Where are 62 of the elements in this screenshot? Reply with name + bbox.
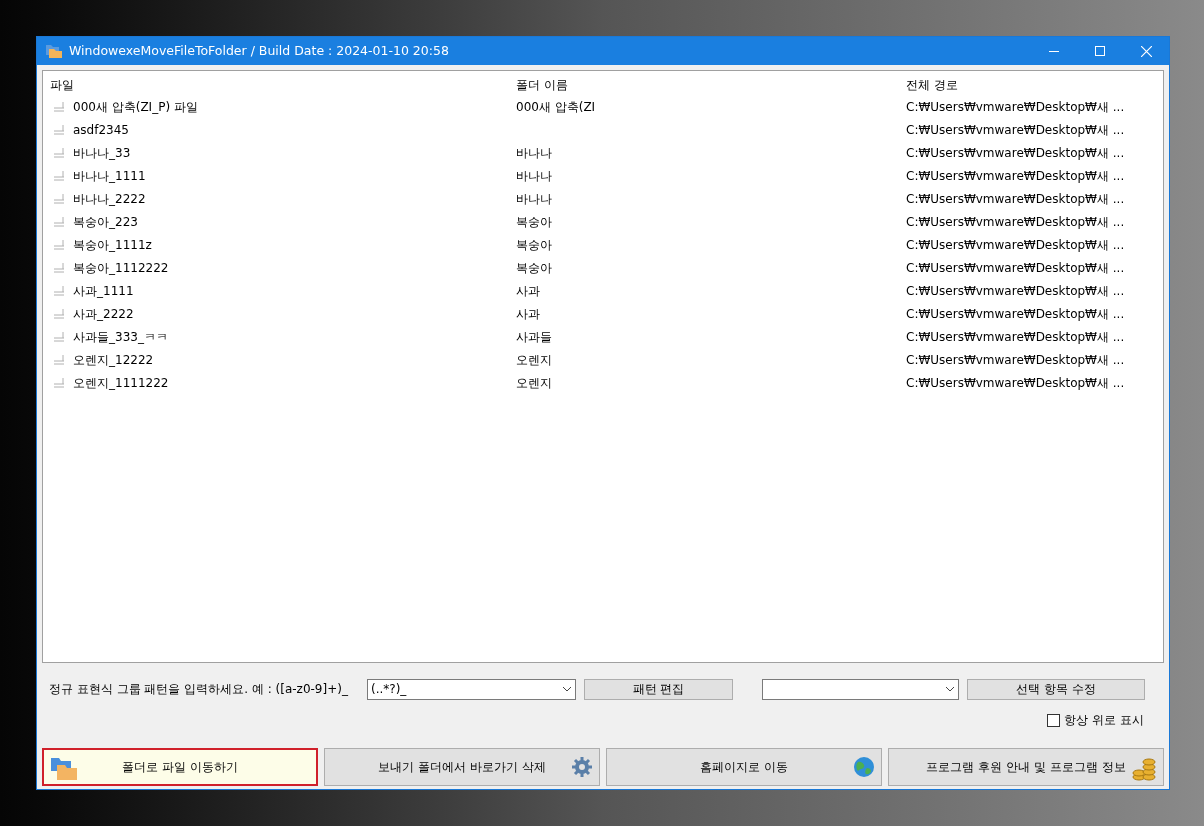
folder-name: 000새 압축(ZI [516,99,596,114]
folder-name: 사과 [516,306,540,321]
file-path: C:₩Users₩vmware₩Desktop₩새 ... [906,167,1125,185]
file-name: 사과_2222 [73,305,134,323]
file-name: 바나나_2222 [73,190,146,208]
file-path: C:₩Users₩vmware₩Desktop₩새 ... [906,144,1125,162]
file-name: 사과들_333_ㅋㅋ [73,328,168,346]
folder-name: 복숭아 [516,237,552,252]
file-name: 복숭아_223 [73,213,138,231]
file-name: 바나나_33 [73,144,131,162]
file-path: C:₩Users₩vmware₩Desktop₩새 ... [906,374,1125,392]
edit-selection-button[interactable]: 선택 항목 수정 [967,678,1145,700]
folder-name: 오렌지 [516,375,552,390]
folders-icon [50,755,78,781]
file-path: C:₩Users₩vmware₩Desktop₩새 ... [906,328,1125,346]
file-path: C:₩Users₩vmware₩Desktop₩새 ... [906,282,1125,300]
folder-name: 사과들 [516,329,552,344]
file-path: C:₩Users₩vmware₩Desktop₩새 ... [906,236,1125,254]
gear-icon [571,756,593,778]
pattern-dropdown[interactable]: (..*?)_ [367,678,576,700]
file-path: C:₩Users₩vmware₩Desktop₩새 ... [906,190,1125,208]
file-name: 바나나_1111 [73,167,146,185]
file-path: C:₩Users₩vmware₩Desktop₩새 ... [906,305,1125,323]
folder-name: 복숭아 [516,214,552,229]
chevron-down-icon [562,686,572,692]
action-button[interactable]: 폴더로 파일 이동하기 [42,748,318,786]
file-name: 복숭아_1111z [73,236,152,254]
file-name: 오렌지_1111222 [73,374,169,392]
file-path: C:₩Users₩vmware₩Desktop₩새 ... [906,351,1125,369]
window-title: WindowexeMoveFileToFolder / Build Date : 2024-01-10 20:58 [69,41,449,60]
always-on-top-checkbox[interactable] [1047,713,1061,727]
folder-name: 바나나 [516,191,552,206]
file-name: 오렌지_12222 [73,351,154,369]
column-header[interactable]: 폴더 이름 [516,76,906,94]
edit-pattern-button[interactable]: 패턴 편집 [584,678,733,700]
action-button[interactable]: 프로그램 후원 안내 및 프로그램 정보 [888,748,1164,786]
action-button[interactable]: 홈페이지로 이동 [606,748,882,786]
file-path: C:₩Users₩vmware₩Desktop₩새 ... [906,121,1125,139]
file-name: 사과_1111 [73,282,134,300]
action-button[interactable]: 보내기 폴더에서 바로가기 삭제 [324,748,600,786]
column-header[interactable]: 전체 경로 [906,76,1156,94]
maximize-icon [1095,46,1105,56]
selection-dropdown[interactable] [762,678,959,700]
pattern-label: 정규 표현식 그룹 패턴을 입력하세요. 예 : ([a-z0-9]+)_ [49,681,349,698]
file-name: 000새 압축(ZI_P) 파일 [73,98,198,116]
file-path: C:₩Users₩vmware₩Desktop₩새 ... [906,98,1125,116]
folder-name: 복숭아 [516,260,552,275]
file-name: asdf2345 [73,121,129,139]
globe-icon [853,756,875,778]
folder-icon [45,43,63,59]
folder-name: 바나나 [516,145,552,160]
coins-icon [1131,756,1157,782]
chevron-down-icon [945,686,955,692]
file-path: C:₩Users₩vmware₩Desktop₩새 ... [906,213,1125,231]
file-name: 복숭아_1112222 [73,259,169,277]
column-header[interactable]: 파일 [50,76,516,94]
always-on-top-label: 항상 위로 표시 [1064,712,1144,729]
close-icon [1140,45,1152,57]
folder-name: 사과 [516,283,540,298]
folder-name: 오렌지 [516,352,552,367]
file-path: C:₩Users₩vmware₩Desktop₩새 ... [906,259,1125,277]
folder-name: 바나나 [516,168,552,183]
